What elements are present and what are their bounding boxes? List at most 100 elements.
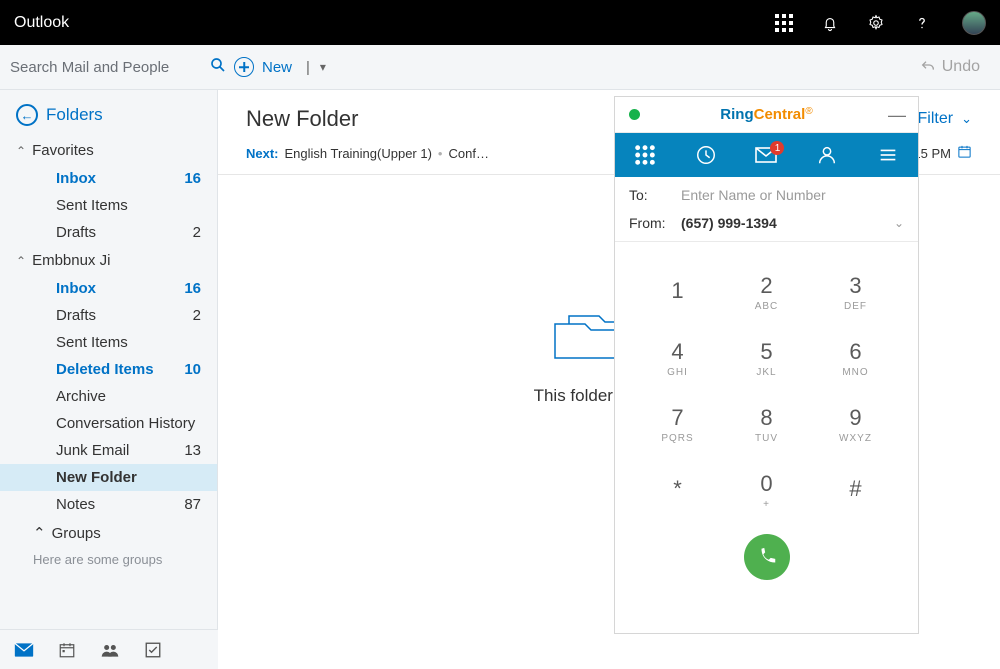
rc-logo-sub: Central	[754, 106, 806, 123]
undo-button[interactable]: Undo	[900, 58, 1000, 76]
dialpad-key[interactable]: 6MNO	[811, 328, 900, 388]
toolbar: New | ▾ Undo	[0, 45, 1000, 90]
bottom-bar	[0, 629, 218, 669]
folder-name: Sent Items	[56, 197, 128, 214]
dialpad-key[interactable]: 5JKL	[722, 328, 811, 388]
rc-badge: 1	[770, 141, 784, 155]
folder-item[interactable]: Junk Email 13	[0, 437, 217, 464]
dialpad-key[interactable]: *	[633, 460, 722, 520]
key-letters: DEF	[844, 301, 867, 312]
rc-logo-main: Ring	[720, 106, 753, 123]
key-number: *	[673, 476, 682, 502]
minimize-icon[interactable]: —	[888, 106, 906, 124]
mail-icon[interactable]	[14, 642, 34, 658]
favorites-section-header[interactable]: ⌃ Favorites	[0, 136, 217, 165]
key-number: 2	[760, 273, 772, 299]
folder-item[interactable]: New Folder	[0, 464, 217, 491]
folder-name: Drafts	[56, 307, 96, 324]
folder-name: Inbox	[56, 280, 96, 297]
rc-nav-messages[interactable]: 1	[744, 144, 788, 166]
avatar[interactable]	[962, 11, 986, 35]
folder-item[interactable]: Inbox16	[0, 275, 217, 302]
rc-nav-contacts[interactable]	[805, 144, 849, 166]
plus-icon	[234, 57, 254, 77]
groups-label: Groups	[52, 525, 101, 542]
new-button[interactable]: New | ▾	[218, 45, 342, 89]
rc-nav: 1	[615, 133, 918, 177]
next-label: Next:	[246, 146, 279, 161]
undo-label: Undo	[942, 58, 980, 76]
dialpad-key[interactable]: 0+	[722, 460, 811, 520]
chevron-down-icon[interactable]: ▾	[320, 60, 326, 74]
folder-item[interactable]: Inbox16	[0, 165, 217, 192]
gear-icon[interactable]	[866, 13, 886, 33]
folder-name: Archive	[56, 388, 106, 405]
folder-name: Inbox	[56, 170, 96, 187]
folder-item[interactable]: Archive	[0, 383, 217, 410]
folder-title: New Folder	[246, 106, 358, 132]
folder-item[interactable]: Sent Items	[0, 329, 217, 356]
dialpad-key[interactable]: 3 DEF	[811, 262, 900, 322]
filter-label: Filter	[918, 110, 954, 128]
folder-item[interactable]: Drafts2	[0, 302, 217, 329]
key-number: 1	[671, 278, 683, 304]
back-icon[interactable]: ←	[16, 104, 38, 126]
dialpad-key[interactable]: 9WXYZ	[811, 394, 900, 454]
filter-link[interactable]: Filter ⌄	[918, 110, 972, 128]
folder-count: 13	[184, 442, 201, 459]
chevron-down-icon: ⌄	[961, 111, 972, 127]
folder-item[interactable]: Notes87	[0, 491, 217, 518]
folder-name: Deleted Items	[56, 361, 154, 378]
bell-icon[interactable]	[820, 13, 840, 33]
chevron-up-icon: ⌃	[33, 524, 46, 542]
rc-to-input[interactable]	[681, 187, 904, 203]
dialpad-key[interactable]: 7PQRS	[633, 394, 722, 454]
key-letters: MNO	[842, 367, 868, 378]
account-label: Embbnux Ji	[32, 252, 110, 269]
chevron-down-icon: ⌄	[894, 216, 904, 230]
key-number: 3	[849, 273, 861, 299]
rc-nav-menu[interactable]	[866, 144, 910, 166]
folder-name: New Folder	[56, 469, 137, 486]
calendar-icon[interactable]	[58, 641, 76, 659]
key-letters: JKL	[756, 367, 776, 378]
rc-nav-dialpad[interactable]	[623, 144, 667, 166]
folder-count: 87	[184, 496, 201, 513]
key-number: 8	[760, 405, 772, 431]
help-icon[interactable]	[912, 13, 932, 33]
ringcentral-panel: RingCentral® — 1 To: From: (657) 999-139…	[614, 96, 919, 634]
dialpad-key[interactable]: 4GHI	[633, 328, 722, 388]
folder-item[interactable]: Deleted Items10	[0, 356, 217, 383]
search-input[interactable]	[10, 59, 209, 76]
rc-from-value: (657) 999-1394	[681, 215, 894, 231]
folder-item[interactable]: Sent Items	[0, 192, 217, 219]
key-number: 4	[671, 339, 683, 365]
app-launcher-icon[interactable]	[774, 13, 794, 33]
dialpad-key[interactable]: #	[811, 460, 900, 520]
key-number: 9	[849, 405, 861, 431]
folder-item[interactable]: Conversation History	[0, 410, 217, 437]
rc-from-row[interactable]: From: (657) 999-1394 ⌄	[615, 211, 918, 242]
rc-nav-history[interactable]	[684, 144, 728, 166]
titlebar-actions	[774, 11, 986, 35]
dialpad-key[interactable]: 8TUV	[722, 394, 811, 454]
folders-header[interactable]: ← Folders	[0, 90, 217, 136]
key-letters: PQRS	[661, 433, 693, 444]
new-separator: |	[306, 59, 310, 76]
call-button[interactable]	[744, 534, 790, 580]
folder-name: Sent Items	[56, 334, 128, 351]
folder-name: Junk Email	[56, 442, 129, 459]
folder-item[interactable]: Drafts2	[0, 219, 217, 246]
status-dot-icon[interactable]	[629, 109, 640, 120]
people-icon[interactable]	[100, 642, 120, 658]
dialpad-key[interactable]: 2ABC	[722, 262, 811, 322]
dialpad-key[interactable]: 1	[633, 262, 722, 322]
account-section-header[interactable]: ⌃ Embbnux Ji	[0, 246, 217, 275]
rc-titlebar: RingCentral® —	[615, 97, 918, 133]
folder-name: Drafts	[56, 224, 96, 241]
dialpad: 1 2ABC 3 DEF 4GHI5JKL6MNO 7PQRS8TUV9WXYZ * 0+#	[615, 242, 918, 520]
search-wrap	[0, 45, 218, 89]
groups-note: Here are some groups	[0, 548, 217, 577]
tasks-icon[interactable]	[144, 641, 162, 659]
groups-section-header[interactable]: ⌃ Groups	[0, 518, 217, 548]
